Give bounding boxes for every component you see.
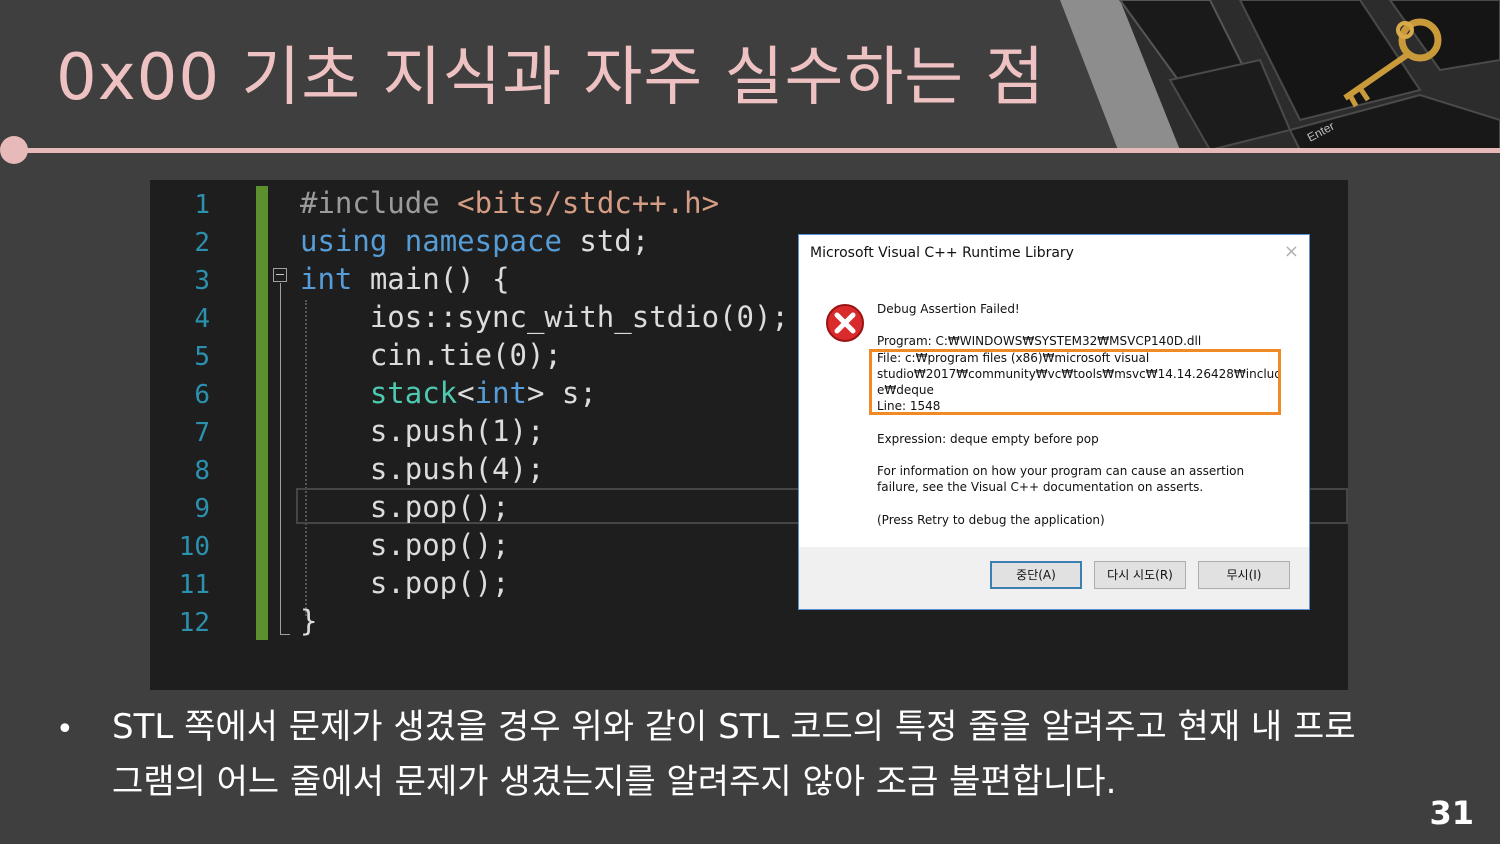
line-number: 8 — [194, 456, 210, 486]
dialog-press-retry: (Press Retry to debug the application) — [877, 513, 1105, 527]
line-number: 6 — [194, 380, 210, 410]
page-number: 31 — [1429, 794, 1474, 832]
dialog-info: For information on how your program can … — [877, 464, 1245, 494]
code-line: using namespace std; — [300, 224, 650, 258]
code-line: s.push(4); — [300, 452, 545, 486]
title-divider — [14, 148, 1500, 153]
collapse-toggle-icon[interactable] — [273, 268, 287, 282]
code-line: s.pop(); — [300, 566, 510, 600]
code-line: ios::sync_with_stdio(0); — [300, 300, 789, 334]
close-icon[interactable]: × — [1284, 241, 1299, 262]
line-number-gutter: 1 2 3 4 5 6 7 8 9 10 11 12 — [150, 186, 210, 642]
code-line: stack<int> s; — [369, 376, 597, 410]
dialog-title: Microsoft Visual C++ Runtime Library — [810, 245, 1074, 261]
code-line: } — [300, 604, 318, 638]
line-number: 1 — [194, 190, 210, 220]
code-line: cin.tie(0); — [300, 338, 562, 372]
dialog-program: Program: C:₩WINDOWS₩SYSTEM32₩MSVCP140D.d… — [877, 334, 1202, 348]
fold-guide-end — [280, 634, 290, 635]
file-line-highlight-box — [869, 349, 1281, 415]
line-number: 7 — [194, 418, 210, 448]
code-text: #include <bits/stdc++.h> using namespace… — [300, 184, 789, 640]
code-line: s.push(1); — [300, 414, 545, 448]
slide-title: 0x00 기초 지식과 자주 실수하는 점 — [56, 41, 1046, 115]
line-number: 12 — [178, 608, 210, 638]
dialog-button-bar: 중단(A) 다시 시도(R) 무시(I) — [799, 547, 1309, 609]
line-number: 2 — [194, 228, 210, 258]
line-number: 11 — [178, 570, 210, 600]
error-icon — [826, 304, 864, 342]
code-line: int main() { — [300, 262, 510, 296]
line-number: 10 — [178, 532, 210, 562]
bullet-symbol: • — [56, 712, 74, 747]
line-number: 9 — [194, 494, 210, 524]
bullet-text: STL 쪽에서 문제가 생겼을 경우 위와 같이 STL 코드의 특정 줄을 알… — [112, 707, 1356, 802]
line-number: 5 — [194, 342, 210, 372]
line-number: 3 — [194, 266, 210, 296]
fold-guide-line — [280, 283, 281, 635]
change-indicator-bar — [256, 186, 268, 640]
abort-button[interactable]: 중단(A) — [990, 561, 1082, 589]
code-line: s.pop(); — [300, 528, 510, 562]
code-line: #include <bits/stdc++.h> — [300, 186, 720, 220]
ignore-button[interactable]: 무시(I) — [1198, 561, 1290, 589]
line-number: 4 — [194, 304, 210, 334]
dialog-heading: Debug Assertion Failed! — [877, 302, 1020, 316]
runtime-error-dialog: Microsoft Visual C++ Runtime Library × D… — [798, 234, 1310, 610]
retry-button[interactable]: 다시 시도(R) — [1094, 561, 1186, 589]
code-line: s.pop(); — [300, 490, 510, 524]
keyboard-key-image: Enter — [1060, 0, 1500, 150]
divider-dot — [0, 136, 28, 164]
dialog-expression: Expression: deque empty before pop — [877, 432, 1099, 446]
